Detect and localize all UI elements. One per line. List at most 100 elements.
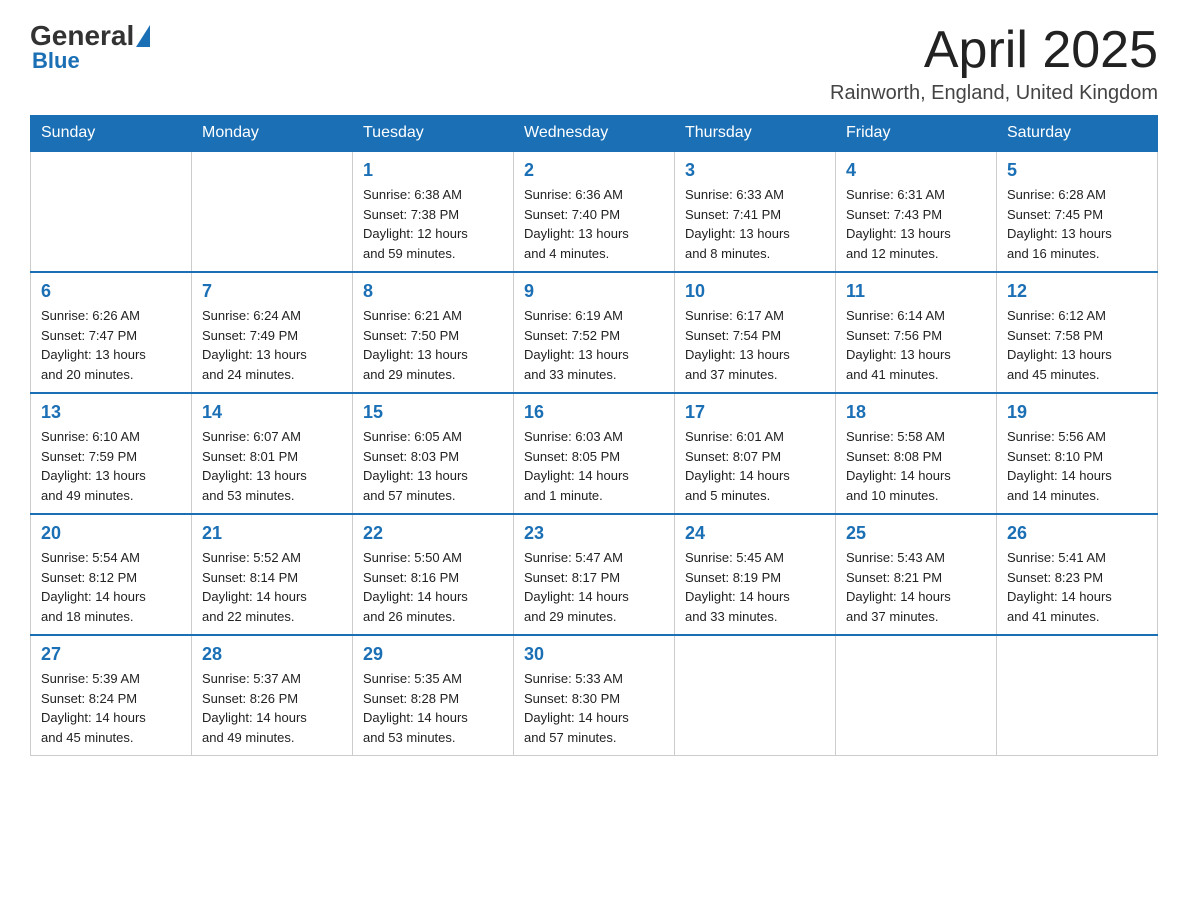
day-info: Sunrise: 5:47 AMSunset: 8:17 PMDaylight:… — [524, 548, 664, 626]
day-number: 13 — [41, 402, 181, 423]
calendar-cell: 11 Sunrise: 6:14 AMSunset: 7:56 PMDayligh… — [836, 272, 997, 393]
day-number: 26 — [1007, 523, 1147, 544]
day-number: 8 — [363, 281, 503, 302]
calendar-cell: 26 Sunrise: 5:41 AMSunset: 8:23 PMDayligh… — [997, 514, 1158, 635]
calendar-cell: 24 Sunrise: 5:45 AMSunset: 8:19 PMDayligh… — [675, 514, 836, 635]
day-info: Sunrise: 6:05 AMSunset: 8:03 PMDaylight:… — [363, 427, 503, 505]
day-info: Sunrise: 6:26 AMSunset: 7:47 PMDaylight:… — [41, 306, 181, 384]
day-info: Sunrise: 5:54 AMSunset: 8:12 PMDaylight:… — [41, 548, 181, 626]
day-info: Sunrise: 6:33 AMSunset: 7:41 PMDaylight:… — [685, 185, 825, 263]
day-number: 3 — [685, 160, 825, 181]
day-number: 30 — [524, 644, 664, 665]
day-number: 28 — [202, 644, 342, 665]
calendar-cell: 19 Sunrise: 5:56 AMSunset: 8:10 PMDayligh… — [997, 393, 1158, 514]
day-number: 17 — [685, 402, 825, 423]
calendar-cell: 23Sunrise: 5:47 AMSunset: 8:17 PMDayligh… — [514, 514, 675, 635]
day-number: 11 — [846, 281, 986, 302]
day-number: 10 — [685, 281, 825, 302]
month-title: April 2025 — [830, 20, 1158, 80]
day-info: Sunrise: 5:58 AMSunset: 8:08 PMDaylight:… — [846, 427, 986, 505]
day-info: Sunrise: 6:14 AMSunset: 7:56 PMDaylight:… — [846, 306, 986, 384]
day-number: 22 — [363, 523, 503, 544]
calendar-cell: 27 Sunrise: 5:39 AMSunset: 8:24 PMDayligh… — [31, 635, 192, 756]
day-number: 2 — [524, 160, 664, 181]
calendar-cell: 8 Sunrise: 6:21 AMSunset: 7:50 PMDaylight… — [353, 272, 514, 393]
calendar-cell — [31, 151, 192, 272]
page-header: General Blue April 2025 Rainworth, Engla… — [30, 20, 1158, 105]
day-info: Sunrise: 5:56 AMSunset: 8:10 PMDaylight:… — [1007, 427, 1147, 505]
calendar-cell: 25Sunrise: 5:43 AMSunset: 8:21 PMDayligh… — [836, 514, 997, 635]
day-number: 21 — [202, 523, 342, 544]
calendar-cell: 20 Sunrise: 5:54 AMSunset: 8:12 PMDayligh… — [31, 514, 192, 635]
day-number: 19 — [1007, 402, 1147, 423]
col-header-friday: Friday — [836, 116, 997, 152]
day-info: Sunrise: 6:17 AMSunset: 7:54 PMDaylight:… — [685, 306, 825, 384]
week-row-3: 13 Sunrise: 6:10 AMSunset: 7:59 PMDayligh… — [31, 393, 1158, 514]
calendar-cell: 2Sunrise: 6:36 AMSunset: 7:40 PMDaylight… — [514, 151, 675, 272]
day-number: 16 — [524, 402, 664, 423]
day-info: Sunrise: 6:21 AMSunset: 7:50 PMDaylight:… — [363, 306, 503, 384]
day-number: 15 — [363, 402, 503, 423]
calendar-cell: 13 Sunrise: 6:10 AMSunset: 7:59 PMDayligh… — [31, 393, 192, 514]
day-info: Sunrise: 5:35 AMSunset: 8:28 PMDaylight:… — [363, 669, 503, 747]
calendar-cell — [192, 151, 353, 272]
calendar-cell: 22 Sunrise: 5:50 AMSunset: 8:16 PMDayligh… — [353, 514, 514, 635]
calendar-cell: 12 Sunrise: 6:12 AMSunset: 7:58 PMDayligh… — [997, 272, 1158, 393]
day-number: 1 — [363, 160, 503, 181]
col-header-tuesday: Tuesday — [353, 116, 514, 152]
calendar-cell — [997, 635, 1158, 756]
location-text: Rainworth, England, United Kingdom — [830, 82, 1158, 105]
calendar-cell: 5Sunrise: 6:28 AMSunset: 7:45 PMDaylight… — [997, 151, 1158, 272]
day-info: Sunrise: 5:50 AMSunset: 8:16 PMDaylight:… — [363, 548, 503, 626]
day-number: 6 — [41, 281, 181, 302]
calendar-cell: 28 Sunrise: 5:37 AMSunset: 8:26 PMDayligh… — [192, 635, 353, 756]
calendar-cell: 10 Sunrise: 6:17 AMSunset: 7:54 PMDayligh… — [675, 272, 836, 393]
day-info: Sunrise: 6:24 AMSunset: 7:49 PMDaylight:… — [202, 306, 342, 384]
col-header-wednesday: Wednesday — [514, 116, 675, 152]
calendar-cell: 3 Sunrise: 6:33 AMSunset: 7:41 PMDaylight… — [675, 151, 836, 272]
calendar-cell: 18Sunrise: 5:58 AMSunset: 8:08 PMDayligh… — [836, 393, 997, 514]
logo-blue-text: Blue — [32, 48, 80, 74]
day-number: 24 — [685, 523, 825, 544]
day-info: Sunrise: 5:41 AMSunset: 8:23 PMDaylight:… — [1007, 548, 1147, 626]
title-section: April 2025 Rainworth, England, United Ki… — [830, 20, 1158, 105]
day-info: Sunrise: 6:07 AMSunset: 8:01 PMDaylight:… — [202, 427, 342, 505]
day-number: 9 — [524, 281, 664, 302]
calendar-header-row: SundayMondayTuesdayWednesdayThursdayFrid… — [31, 116, 1158, 152]
day-info: Sunrise: 6:12 AMSunset: 7:58 PMDaylight:… — [1007, 306, 1147, 384]
day-info: Sunrise: 6:19 AMSunset: 7:52 PMDaylight:… — [524, 306, 664, 384]
calendar-cell: 14 Sunrise: 6:07 AMSunset: 8:01 PMDayligh… — [192, 393, 353, 514]
calendar-cell: 7Sunrise: 6:24 AMSunset: 7:49 PMDaylight… — [192, 272, 353, 393]
day-info: Sunrise: 5:52 AMSunset: 8:14 PMDaylight:… — [202, 548, 342, 626]
week-row-5: 27 Sunrise: 5:39 AMSunset: 8:24 PMDayligh… — [31, 635, 1158, 756]
calendar-cell: 4 Sunrise: 6:31 AMSunset: 7:43 PMDaylight… — [836, 151, 997, 272]
day-info: Sunrise: 5:39 AMSunset: 8:24 PMDaylight:… — [41, 669, 181, 747]
week-row-1: 1 Sunrise: 6:38 AMSunset: 7:38 PMDaylight… — [31, 151, 1158, 272]
col-header-saturday: Saturday — [997, 116, 1158, 152]
day-info: Sunrise: 6:31 AMSunset: 7:43 PMDaylight:… — [846, 185, 986, 263]
calendar-cell: 29Sunrise: 5:35 AMSunset: 8:28 PMDayligh… — [353, 635, 514, 756]
day-number: 4 — [846, 160, 986, 181]
logo-triangle-icon — [136, 25, 150, 47]
day-number: 20 — [41, 523, 181, 544]
week-row-4: 20 Sunrise: 5:54 AMSunset: 8:12 PMDayligh… — [31, 514, 1158, 635]
day-number: 5 — [1007, 160, 1147, 181]
day-info: Sunrise: 6:03 AMSunset: 8:05 PMDaylight:… — [524, 427, 664, 505]
day-info: Sunrise: 6:38 AMSunset: 7:38 PMDaylight:… — [363, 185, 503, 263]
calendar-cell: 15 Sunrise: 6:05 AMSunset: 8:03 PMDayligh… — [353, 393, 514, 514]
calendar-cell: 21 Sunrise: 5:52 AMSunset: 8:14 PMDayligh… — [192, 514, 353, 635]
day-info: Sunrise: 5:43 AMSunset: 8:21 PMDaylight:… — [846, 548, 986, 626]
calendar-cell: 6 Sunrise: 6:26 AMSunset: 7:47 PMDaylight… — [31, 272, 192, 393]
col-header-monday: Monday — [192, 116, 353, 152]
week-row-2: 6 Sunrise: 6:26 AMSunset: 7:47 PMDaylight… — [31, 272, 1158, 393]
day-info: Sunrise: 5:45 AMSunset: 8:19 PMDaylight:… — [685, 548, 825, 626]
calendar-cell: 9 Sunrise: 6:19 AMSunset: 7:52 PMDaylight… — [514, 272, 675, 393]
calendar-cell: 30 Sunrise: 5:33 AMSunset: 8:30 PMDayligh… — [514, 635, 675, 756]
day-info: Sunrise: 5:33 AMSunset: 8:30 PMDaylight:… — [524, 669, 664, 747]
calendar-cell: 16 Sunrise: 6:03 AMSunset: 8:05 PMDayligh… — [514, 393, 675, 514]
day-info: Sunrise: 5:37 AMSunset: 8:26 PMDaylight:… — [202, 669, 342, 747]
day-number: 14 — [202, 402, 342, 423]
day-number: 12 — [1007, 281, 1147, 302]
day-info: Sunrise: 6:10 AMSunset: 7:59 PMDaylight:… — [41, 427, 181, 505]
day-number: 27 — [41, 644, 181, 665]
